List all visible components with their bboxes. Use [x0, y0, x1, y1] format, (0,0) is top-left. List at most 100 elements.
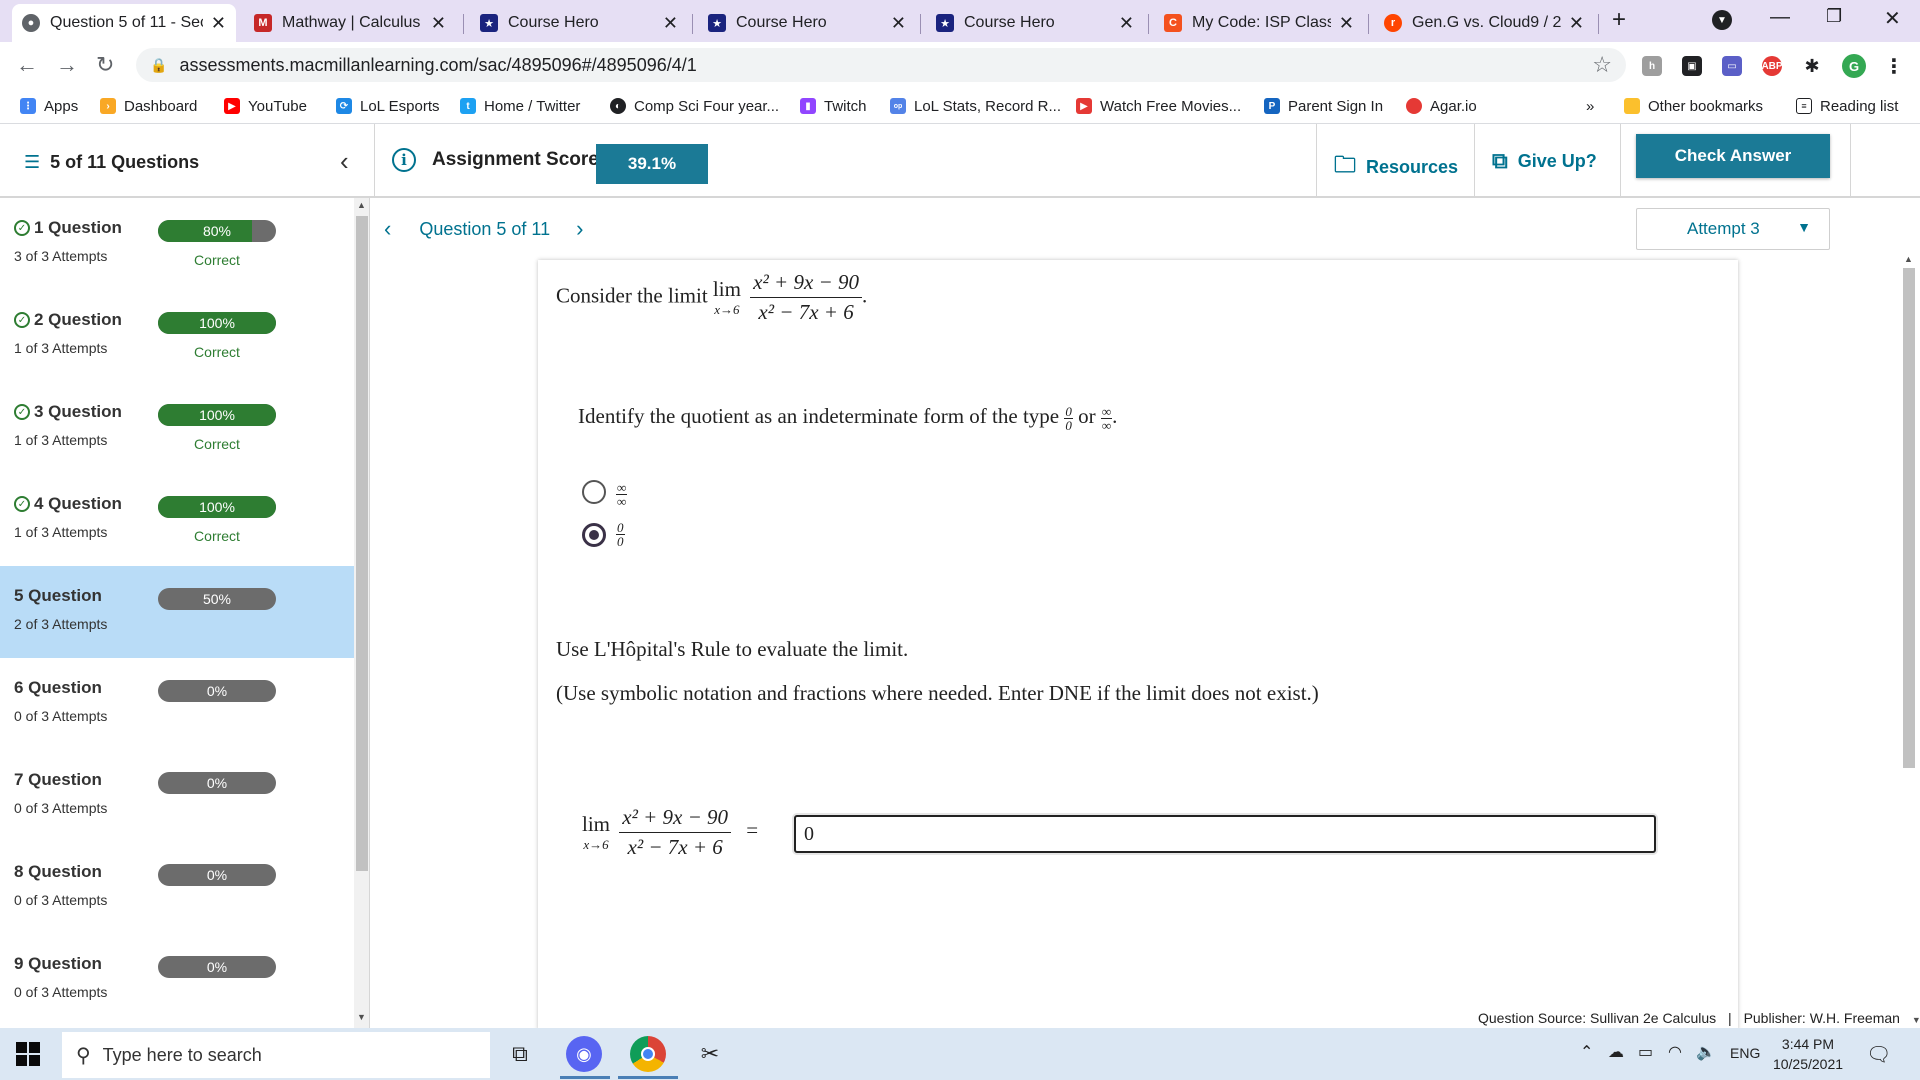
reload-icon[interactable]: ↻	[96, 52, 114, 78]
fraction-numerator: ∞	[1100, 403, 1113, 419]
bookmark-twitter[interactable]: t Home / Twitter	[460, 94, 580, 118]
close-icon[interactable]: ✕	[211, 13, 226, 34]
close-icon[interactable]: ✕	[1119, 13, 1134, 34]
bookmark-apps[interactable]: ⋮ Apps	[20, 94, 78, 118]
extension-screen-icon[interactable]: ▭	[1722, 56, 1742, 76]
question-list-item[interactable]: 9 Question 0 of 3 Attempts 0%	[0, 934, 354, 1026]
check-answer-button[interactable]: Check Answer	[1636, 134, 1830, 178]
new-tab-plus-icon[interactable]: +	[1612, 6, 1626, 34]
main-scrollbar[interactable]: ▲	[1898, 254, 1920, 1028]
radio-infinity-over-infinity[interactable]	[582, 480, 606, 504]
publisher: Publisher: W.H. Freeman	[1743, 1010, 1900, 1026]
question-list-item[interactable]: ✓ 2 Question 1 of 3 Attempts 100% Correct	[0, 290, 354, 382]
forward-arrow-icon[interactable]: →	[56, 52, 78, 78]
question-list-item[interactable]: 5 Question 2 of 3 Attempts 50%	[0, 566, 354, 658]
question-item-title: 5 Question	[14, 586, 102, 606]
question-list-item[interactable]: 7 Question 0 of 3 Attempts 0%	[0, 750, 354, 842]
scroll-up-arrow-icon[interactable]: ▲	[357, 200, 366, 210]
browser-menu-icon[interactable]: ⋮	[1884, 56, 1904, 78]
bookmark-twitch[interactable]: ▮ Twitch	[800, 94, 867, 118]
bookmark-label: Comp Sci Four year...	[634, 97, 780, 115]
collapse-sidebar-chevron-icon[interactable]: ‹	[340, 146, 349, 177]
taskbar-search[interactable]: ⚲ Type here to search	[62, 1032, 490, 1078]
give-up-button[interactable]: ⧉ Give Up?	[1492, 148, 1597, 174]
close-icon[interactable]: ✕	[891, 13, 906, 34]
restore-icon[interactable]: ❐	[1826, 6, 1842, 27]
profile-avatar[interactable]: G	[1842, 54, 1866, 78]
extension-honey-icon[interactable]: h	[1642, 56, 1662, 76]
info-icon[interactable]: i	[392, 148, 416, 172]
tab-search-icon[interactable]: ▼	[1712, 10, 1732, 30]
bookmark-parent-sign-in[interactable]: P Parent Sign In	[1264, 94, 1383, 118]
task-view-icon[interactable]: ⧉	[502, 1036, 538, 1072]
checkmark-circle-icon: ✓	[14, 496, 30, 512]
close-window-icon[interactable]: ✕	[1884, 6, 1901, 31]
scrollbar-thumb[interactable]	[1903, 268, 1915, 768]
bookmark-comp-sci[interactable]: ◐ Comp Sci Four year...	[610, 94, 779, 118]
wifi-icon[interactable]: ◠	[1668, 1042, 1682, 1062]
close-icon[interactable]: ✕	[431, 13, 446, 34]
bookmark-agar[interactable]: Agar.io	[1406, 94, 1477, 118]
resources-button[interactable]: 🗀 Resources	[1334, 148, 1458, 186]
browser-tab-coursehero-1[interactable]: ★ Course Hero ✕	[470, 6, 688, 40]
close-icon[interactable]: ✕	[1569, 13, 1584, 34]
question-list-item[interactable]: ✓ 3 Question 1 of 3 Attempts 100% Correct	[0, 382, 354, 474]
snipping-tool-icon[interactable]: ✂	[692, 1036, 728, 1072]
extension-grid-icon[interactable]: ▣	[1682, 56, 1702, 76]
browser-tab-coursehero-3[interactable]: ★ Course Hero ✕	[926, 6, 1144, 40]
tab-separator	[463, 14, 464, 34]
adblock-plus-icon[interactable]: ABP	[1761, 56, 1783, 76]
bookmark-lol-stats[interactable]: op LoL Stats, Record R...	[890, 94, 1061, 118]
battery-icon[interactable]: ▭	[1638, 1042, 1653, 1062]
reading-list-label: Reading list	[1820, 97, 1899, 115]
address-bar[interactable]: 🔒 assessments.macmillanlearning.com/sac/…	[136, 48, 1626, 82]
attempt-dropdown[interactable]: Attempt 3 ▼	[1636, 208, 1830, 250]
onedrive-cloud-icon[interactable]: ☁	[1608, 1042, 1624, 1062]
discord-icon[interactable]: ◉	[566, 1036, 602, 1072]
close-icon[interactable]: ✕	[1339, 13, 1354, 34]
notification-icon[interactable]: 🗨	[1866, 1042, 1891, 1067]
system-clock[interactable]: 3:44 PM 10/25/2021	[1758, 1034, 1858, 1074]
reading-list[interactable]: ≡ Reading list	[1796, 94, 1898, 118]
bookmark-dashboard[interactable]: › Dashboard	[100, 94, 197, 118]
bookmark-label: Home / Twitter	[484, 97, 581, 115]
more-bookmarks-chevron[interactable]: »	[1586, 94, 1594, 118]
chrome-icon[interactable]	[630, 1036, 666, 1072]
next-question-chevron-icon[interactable]: ›	[576, 216, 583, 242]
browser-tab-mathway[interactable]: M Mathway | Calculus Pr ✕	[244, 6, 456, 40]
question-list-sidebar: ✓ 1 Question 3 of 3 Attempts 80% Correct ✓ 2 Q…	[0, 198, 354, 1028]
previous-question-chevron-icon[interactable]: ‹	[384, 216, 391, 242]
browser-tab-mycode[interactable]: C My Code: ISP Class Im ✕	[1154, 6, 1364, 40]
scrollbar-thumb[interactable]	[356, 216, 368, 871]
sidebar-scrollbar[interactable]: ▲ ▼	[354, 198, 370, 1028]
radio-zero-over-zero[interactable]	[582, 523, 606, 547]
bookmark-lol-esports[interactable]: ⟳ LoL Esports	[336, 94, 440, 118]
bookmark-watch-movies[interactable]: ▶ Watch Free Movies...	[1076, 94, 1241, 118]
scroll-up-arrow-icon[interactable]: ▲	[1904, 254, 1913, 264]
extensions-puzzle-icon[interactable]: ✱	[1802, 56, 1822, 76]
answer-input[interactable]	[794, 815, 1656, 853]
tray-chevron-up-icon[interactable]: ⌃	[1580, 1042, 1593, 1062]
question-nav-title: Question 5 of 11	[419, 218, 551, 239]
minimize-icon[interactable]: —	[1770, 6, 1790, 29]
windows-start-icon[interactable]	[16, 1042, 40, 1066]
scroll-down-arrow-icon[interactable]: ▼	[357, 1012, 366, 1022]
question-list-item[interactable]: ✓ 4 Question 1 of 3 Attempts 100% Correct	[0, 474, 354, 566]
bookmark-other[interactable]: Other bookmarks	[1624, 94, 1763, 118]
volume-icon[interactable]: 🔈	[1696, 1042, 1716, 1062]
back-arrow-icon[interactable]: ←	[16, 52, 38, 78]
question-list-toggle[interactable]: ☰ 5 of 11 Questions	[24, 152, 199, 173]
browser-tab-coursehero-2[interactable]: ★ Course Hero ✕	[698, 6, 916, 40]
close-icon[interactable]: ✕	[663, 13, 678, 34]
question-list-item[interactable]: 8 Question 0 of 3 Attempts 0%	[0, 842, 354, 934]
assignment-score[interactable]: i Assignment Score:	[392, 148, 605, 172]
bookmark-star-icon[interactable]: ☆	[1592, 52, 1612, 78]
language-indicator[interactable]: ENG	[1730, 1045, 1760, 1061]
bookmark-youtube[interactable]: ▶ YouTube	[224, 94, 307, 118]
browser-tab-reddit[interactable]: r Gen.G vs. Cloud9 / 20 ✕	[1374, 6, 1594, 40]
tab-separator	[1148, 14, 1149, 34]
browser-tab-question[interactable]: ● Question 5 of 11 - Sec ✕	[12, 4, 236, 42]
scroll-down-arrow-icon[interactable]: ▼	[1912, 1015, 1920, 1025]
question-list-item[interactable]: ✓ 1 Question 3 of 3 Attempts 80% Correct	[0, 198, 354, 290]
question-list-item[interactable]: 6 Question 0 of 3 Attempts 0%	[0, 658, 354, 750]
